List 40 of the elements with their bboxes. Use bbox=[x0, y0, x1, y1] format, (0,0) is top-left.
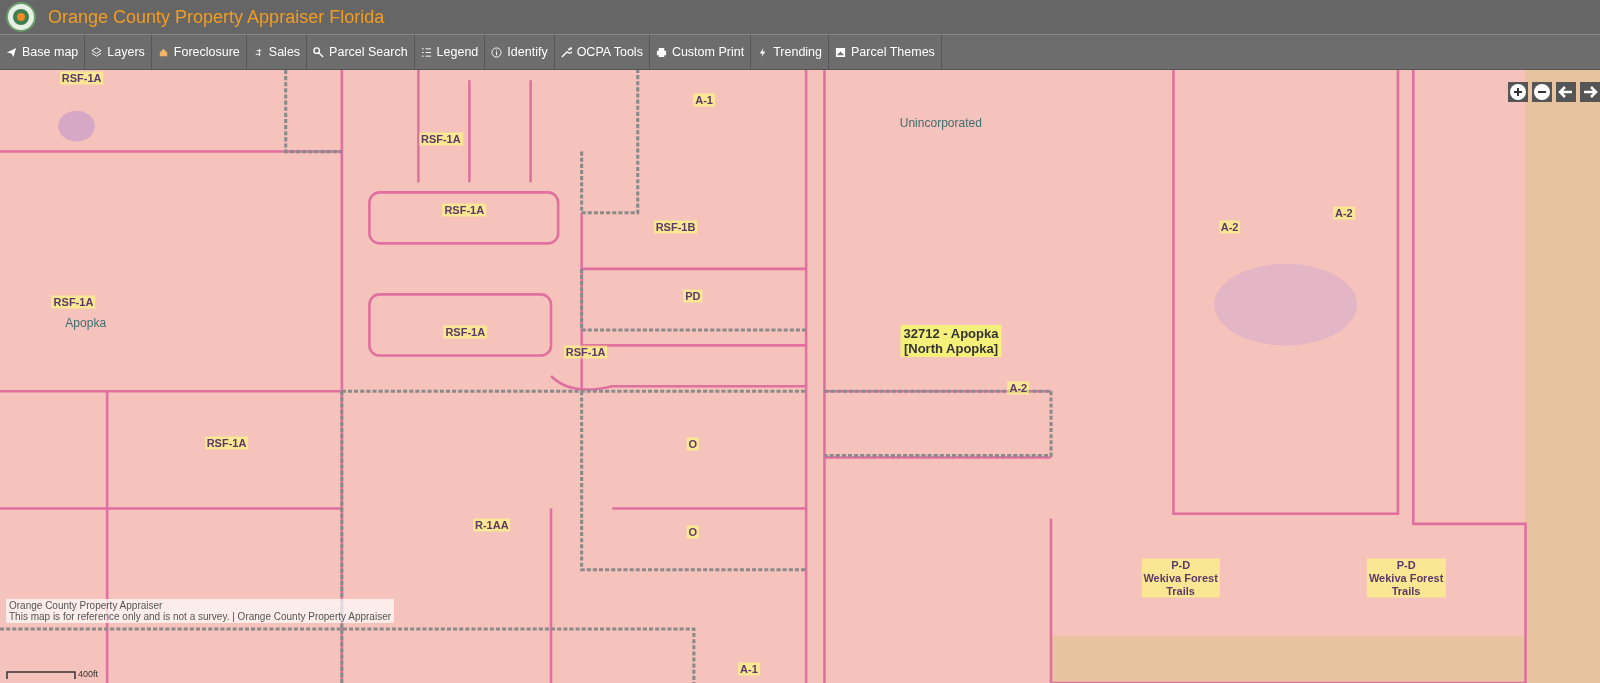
zoning-label: RSF-1A bbox=[443, 325, 488, 339]
zoning-label: A-2 bbox=[1218, 220, 1241, 234]
zoning-label: PD bbox=[683, 289, 703, 303]
app-title: Orange County Property Appraiser Florida bbox=[48, 6, 385, 28]
zoning-label: RSF-1A bbox=[51, 295, 96, 309]
zoning-label: RSF-1A bbox=[59, 71, 104, 85]
zoning-label: O bbox=[686, 525, 700, 539]
list-icon bbox=[420, 46, 432, 58]
zoning-label: A-2 bbox=[1007, 381, 1030, 395]
zoning-label: RSF-1A bbox=[442, 203, 487, 217]
zoning-label: RSF-1B bbox=[653, 220, 698, 234]
zoning-label: P-D Wekiva Forest Trails bbox=[1141, 558, 1220, 598]
pan-right-button[interactable] bbox=[1580, 82, 1600, 102]
attribution-text: Orange County Property Appraiser bbox=[9, 600, 163, 611]
place-label: Unincorporated bbox=[899, 116, 982, 131]
airplane-icon bbox=[6, 46, 17, 58]
picture-icon bbox=[835, 46, 846, 58]
county-seal-icon bbox=[6, 2, 36, 32]
zoning-label: A-2 bbox=[1333, 206, 1355, 220]
zoning-label: R-1AA bbox=[473, 518, 511, 532]
zoning-label: O bbox=[686, 437, 700, 451]
zoning-label: RSF-1A bbox=[418, 132, 463, 146]
zoning-label: A-1 bbox=[738, 662, 760, 676]
scale-bar-icon bbox=[6, 671, 76, 679]
layers-icon bbox=[91, 46, 103, 58]
scale-text: 400ft bbox=[78, 669, 99, 679]
zoom-in-button[interactable] bbox=[1508, 82, 1528, 102]
place-label: Apopka bbox=[65, 315, 107, 330]
house-icon bbox=[157, 46, 169, 58]
info-icon bbox=[491, 46, 503, 58]
zoning-label: RSF-1A bbox=[204, 436, 249, 450]
zoning-label: RSF-1A bbox=[563, 345, 608, 358]
zoom-out-button[interactable] bbox=[1532, 82, 1552, 102]
pan-left-button[interactable] bbox=[1556, 82, 1576, 102]
zoning-label: P-D Wekiva Forest Trails bbox=[1366, 558, 1446, 598]
zoning-label: A-1 bbox=[693, 93, 715, 107]
address-label: 32712 - Apopka [North Apopka] bbox=[900, 325, 1002, 358]
attribution-text: This map is for reference only and is not a survey. | Orange County Property Appraiser bbox=[9, 611, 392, 622]
printer-icon bbox=[655, 46, 667, 58]
search-icon bbox=[313, 46, 325, 58]
